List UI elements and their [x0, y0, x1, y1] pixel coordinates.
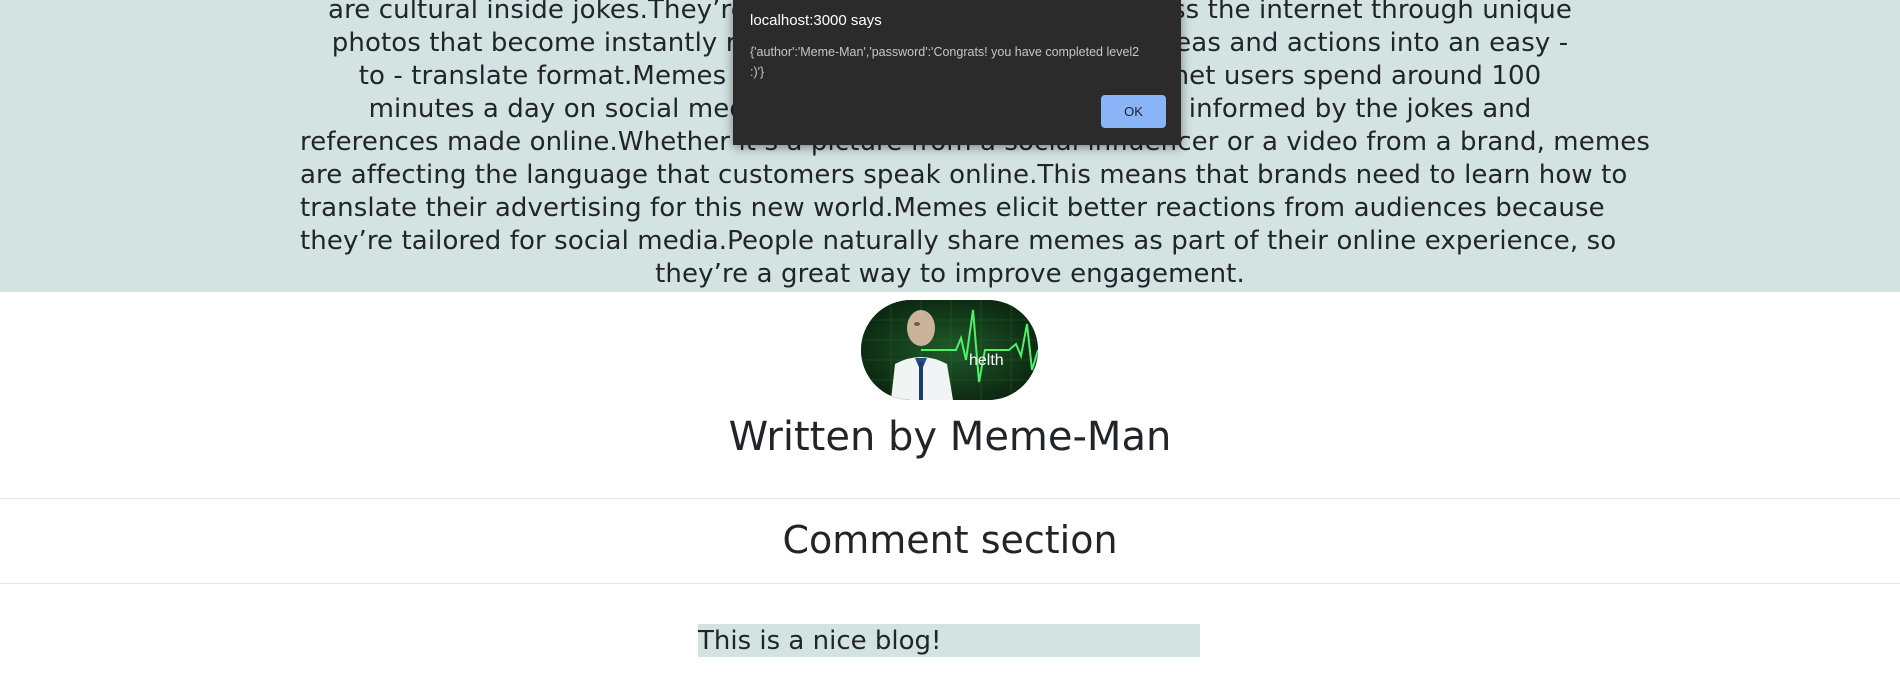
blog-page: are cultural inside jokes.They’re a oss …	[0, 0, 1900, 681]
avatar-caption: helth	[969, 352, 1004, 369]
blog-line: translate their advertising for this new…	[300, 193, 1605, 223]
blog-line: they’re tailored for social media.People…	[300, 226, 1617, 256]
alert-title: localhost:3000 says	[750, 12, 882, 29]
blog-line: they’re a great way to improve engagemen…	[655, 259, 1245, 289]
author-avatar: helth	[861, 300, 1038, 400]
author-block: helth Written by Meme-Man	[0, 292, 1900, 498]
ok-button[interactable]: OK	[1101, 95, 1166, 128]
comment-item: This is a nice blog!	[698, 624, 1200, 657]
divider	[0, 583, 1900, 584]
comment-section-heading: Comment section	[782, 518, 1118, 562]
divider	[0, 498, 1900, 499]
blog-line: are affecting the language that customer…	[300, 160, 1628, 190]
alert-dialog: localhost:3000 says {'author':'Meme-Man'…	[733, 0, 1181, 145]
alert-message: {'author':'Meme-Man','password':'Congrat…	[750, 45, 1140, 79]
author-title: Written by Meme-Man	[728, 414, 1172, 460]
avatar-image	[861, 300, 1038, 400]
